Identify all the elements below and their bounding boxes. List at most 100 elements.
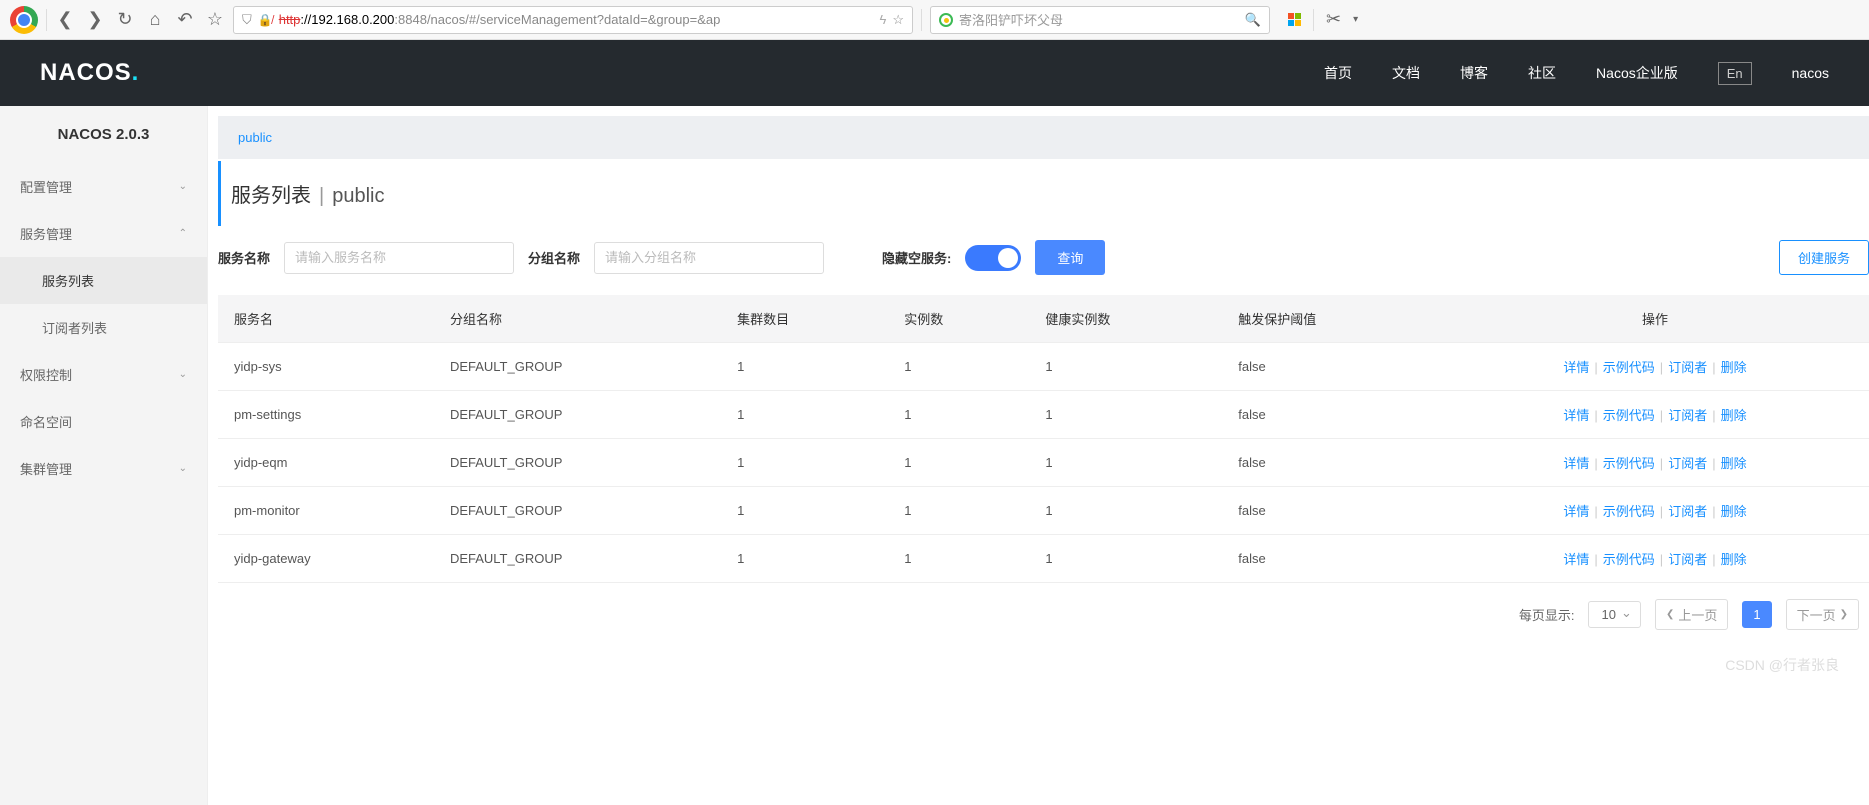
nav-docs[interactable]: 文档 bbox=[1392, 63, 1420, 83]
table-row: pm-settingsDEFAULT_GROUP111false详情|示例代码|… bbox=[218, 391, 1869, 439]
bookmark-icon[interactable]: ☆ bbox=[892, 12, 904, 28]
cell-threshold: false bbox=[1222, 439, 1441, 487]
cell-clusters: 1 bbox=[721, 535, 888, 583]
prev-page-button[interactable]: ❮上一页 bbox=[1655, 599, 1728, 630]
nav-forward-icon[interactable]: ❯ bbox=[85, 9, 105, 30]
nav-undo-icon[interactable]: ↶ bbox=[175, 9, 195, 30]
service-table: 服务名 分组名称 集群数目 实例数 健康实例数 触发保护阈值 操作 yidp-s… bbox=[218, 295, 1869, 583]
action-subscribers[interactable]: 订阅者 bbox=[1668, 408, 1707, 423]
menu-service[interactable]: 服务管理⌃ bbox=[0, 210, 207, 257]
per-page-label: 每页显示: bbox=[1519, 605, 1575, 624]
url-text: http://192.168.0.200:8848/nacos/#/servic… bbox=[279, 12, 721, 27]
cell-actions: 详情|示例代码|订阅者|删除 bbox=[1441, 391, 1869, 439]
nav-star-icon[interactable]: ☆ bbox=[205, 9, 225, 30]
nav-enterprise[interactable]: Nacos企业版 bbox=[1596, 63, 1678, 83]
page-1-button[interactable]: 1 bbox=[1742, 601, 1771, 628]
action-detail[interactable]: 详情 bbox=[1563, 408, 1589, 423]
cell-healthy: 1 bbox=[1029, 487, 1222, 535]
cell-healthy: 1 bbox=[1029, 535, 1222, 583]
table-row: yidp-gatewayDEFAULT_GROUP111false详情|示例代码… bbox=[218, 535, 1869, 583]
cell-actions: 详情|示例代码|订阅者|删除 bbox=[1441, 535, 1869, 583]
service-name-input[interactable] bbox=[284, 242, 514, 274]
dropdown-icon[interactable]: ▾ bbox=[1353, 14, 1358, 25]
360-search-icon bbox=[939, 13, 953, 27]
cell-healthy: 1 bbox=[1029, 343, 1222, 391]
cell-name: yidp-gateway bbox=[218, 535, 434, 583]
namespace-tab-public[interactable]: public bbox=[238, 130, 272, 145]
submenu-subscribers[interactable]: 订阅者列表 bbox=[0, 304, 207, 351]
ms-grid-icon[interactable] bbox=[1288, 13, 1301, 26]
chevron-down-icon: ⌄ bbox=[179, 369, 187, 380]
action-delete[interactable]: 删除 bbox=[1721, 456, 1747, 471]
action-delete[interactable]: 删除 bbox=[1721, 408, 1747, 423]
nav-home-icon[interactable]: ⌂ bbox=[145, 9, 165, 30]
filter-bar: 服务名称 分组名称 隐藏空服务: 查询 创建服务 bbox=[218, 226, 1869, 289]
search-placeholder: 寄洛阳铲吓坏父母 bbox=[959, 10, 1063, 29]
per-page-select[interactable]: 10 bbox=[1588, 601, 1640, 628]
cell-clusters: 1 bbox=[721, 439, 888, 487]
browser-search-input[interactable]: 寄洛阳铲吓坏父母 🔍 bbox=[930, 6, 1270, 34]
action-code[interactable]: 示例代码 bbox=[1603, 360, 1655, 375]
action-subscribers[interactable]: 订阅者 bbox=[1668, 456, 1707, 471]
action-delete[interactable]: 删除 bbox=[1721, 504, 1747, 519]
cell-instances: 1 bbox=[888, 487, 1029, 535]
nacos-logo[interactable]: NACOS. bbox=[40, 59, 139, 87]
cell-clusters: 1 bbox=[721, 391, 888, 439]
content-area: public 服务列表|public 服务名称 分组名称 隐藏空服务: 查询 创… bbox=[208, 106, 1869, 805]
cell-instances: 1 bbox=[888, 535, 1029, 583]
action-subscribers[interactable]: 订阅者 bbox=[1668, 504, 1707, 519]
cell-actions: 详情|示例代码|订阅者|删除 bbox=[1441, 343, 1869, 391]
action-delete[interactable]: 删除 bbox=[1721, 552, 1747, 567]
nav-blog[interactable]: 博客 bbox=[1460, 63, 1488, 83]
nav-back-icon[interactable]: ❮ bbox=[55, 9, 75, 30]
cell-threshold: false bbox=[1222, 535, 1441, 583]
action-code[interactable]: 示例代码 bbox=[1603, 504, 1655, 519]
scissors-icon[interactable]: ✂ bbox=[1326, 9, 1341, 30]
cell-name: pm-monitor bbox=[218, 487, 434, 535]
hide-empty-label: 隐藏空服务: bbox=[882, 248, 951, 267]
nav-home[interactable]: 首页 bbox=[1324, 63, 1352, 83]
nav-reload-icon[interactable]: ↻ bbox=[115, 9, 135, 30]
cell-clusters: 1 bbox=[721, 487, 888, 535]
user-name[interactable]: nacos bbox=[1792, 65, 1829, 81]
menu-permission[interactable]: 权限控制⌄ bbox=[0, 351, 207, 398]
hide-empty-switch[interactable] bbox=[965, 245, 1021, 271]
action-code[interactable]: 示例代码 bbox=[1603, 456, 1655, 471]
pagination: 每页显示: 10 ❮上一页 1 下一页❯ bbox=[218, 583, 1869, 646]
create-service-button[interactable]: 创建服务 bbox=[1779, 240, 1869, 275]
namespace-tabs: public bbox=[218, 116, 1869, 159]
nav-community[interactable]: 社区 bbox=[1528, 63, 1556, 83]
group-name-input[interactable] bbox=[594, 242, 824, 274]
action-subscribers[interactable]: 订阅者 bbox=[1668, 552, 1707, 567]
url-bar[interactable]: ⛉ 🔒̸ http://192.168.0.200:8848/nacos/#/s… bbox=[233, 6, 913, 34]
cell-threshold: false bbox=[1222, 343, 1441, 391]
browser-toolbar: ❮ ❯ ↻ ⌂ ↶ ☆ ⛉ 🔒̸ http://192.168.0.200:88… bbox=[0, 0, 1869, 40]
app-header: NACOS. 首页 文档 博客 社区 Nacos企业版 En nacos bbox=[0, 40, 1869, 106]
sidebar-title: NACOS 2.0.3 bbox=[0, 106, 207, 163]
search-icon[interactable]: 🔍 bbox=[1245, 12, 1261, 28]
action-subscribers[interactable]: 订阅者 bbox=[1668, 360, 1707, 375]
action-delete[interactable]: 删除 bbox=[1721, 360, 1747, 375]
action-detail[interactable]: 详情 bbox=[1563, 552, 1589, 567]
col-instances: 实例数 bbox=[888, 295, 1029, 343]
browser-logo-icon bbox=[10, 6, 38, 34]
action-detail[interactable]: 详情 bbox=[1563, 504, 1589, 519]
action-code[interactable]: 示例代码 bbox=[1603, 552, 1655, 567]
action-detail[interactable]: 详情 bbox=[1563, 456, 1589, 471]
action-code[interactable]: 示例代码 bbox=[1603, 408, 1655, 423]
sidebar: NACOS 2.0.3 配置管理⌄ 服务管理⌃ 服务列表 订阅者列表 权限控制⌄… bbox=[0, 106, 208, 805]
chevron-up-icon: ⌃ bbox=[179, 228, 187, 239]
menu-cluster[interactable]: 集群管理⌄ bbox=[0, 445, 207, 492]
cell-threshold: false bbox=[1222, 487, 1441, 535]
menu-namespace[interactable]: 命名空间 bbox=[0, 398, 207, 445]
cell-group: DEFAULT_GROUP bbox=[434, 391, 721, 439]
lang-toggle[interactable]: En bbox=[1718, 62, 1752, 85]
next-page-button[interactable]: 下一页❯ bbox=[1786, 599, 1859, 630]
action-detail[interactable]: 详情 bbox=[1563, 360, 1589, 375]
search-button[interactable]: 查询 bbox=[1035, 240, 1105, 275]
submenu-service-list[interactable]: 服务列表 bbox=[0, 257, 207, 304]
col-healthy: 健康实例数 bbox=[1029, 295, 1222, 343]
bolt-icon[interactable]: ϟ bbox=[879, 12, 886, 27]
cell-threshold: false bbox=[1222, 391, 1441, 439]
menu-config[interactable]: 配置管理⌄ bbox=[0, 163, 207, 210]
